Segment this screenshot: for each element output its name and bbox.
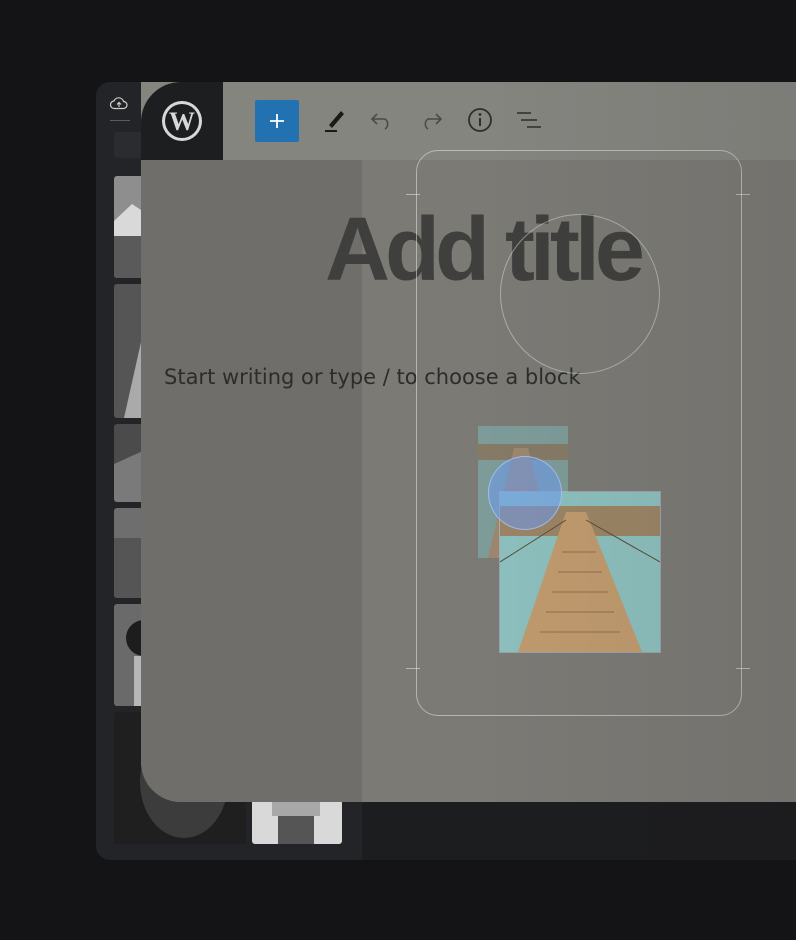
add-block-button[interactable] (255, 100, 299, 142)
details-button[interactable] (465, 104, 495, 136)
frame-tick (736, 194, 750, 195)
highlight-ring (500, 214, 660, 374)
plus-icon (270, 114, 284, 128)
info-icon (468, 108, 492, 132)
pencil-icon (325, 111, 344, 132)
upload-icon[interactable] (110, 94, 128, 112)
list-view-icon (517, 112, 541, 128)
redo-button[interactable] (416, 104, 446, 136)
undo-button[interactable] (367, 104, 397, 136)
frame-tick (406, 668, 420, 669)
frame-tick (736, 668, 750, 669)
redo-icon (424, 113, 443, 130)
document-overview-button[interactable] (514, 104, 544, 136)
wordpress-logo-icon[interactable]: W (161, 100, 203, 142)
frame-tick (406, 194, 420, 195)
svg-text:W: W (169, 107, 195, 136)
drag-cursor-indicator (488, 456, 562, 530)
editor-toolbar: W (141, 82, 796, 160)
tools-edit-button[interactable] (319, 104, 349, 136)
active-tab-indicator (110, 120, 130, 121)
undo-icon (370, 113, 389, 130)
